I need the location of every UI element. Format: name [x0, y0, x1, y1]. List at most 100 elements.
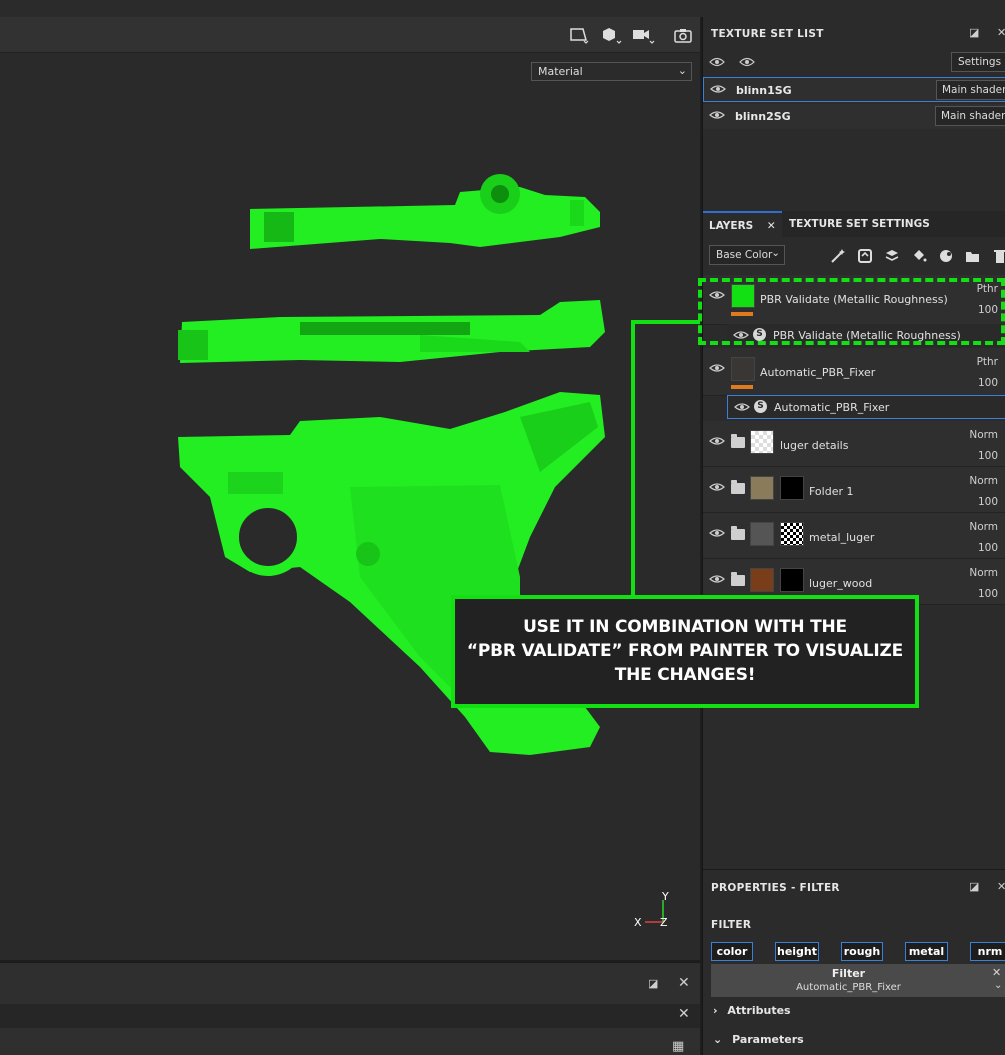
- layer-effect-row[interactable]: S Automatic_PBR_Fixer: [727, 395, 1005, 419]
- right-dock: TEXTURE SET LIST ◪ ✕ Settings blinn1SG M…: [702, 17, 1005, 1055]
- close-icon[interactable]: ✕: [992, 966, 1001, 979]
- layer-thumbnail: [731, 357, 755, 381]
- folder-icon: [731, 572, 745, 586]
- layer-name: metal_luger: [809, 531, 875, 544]
- layer-blend-mode[interactable]: Norm: [969, 521, 998, 533]
- section-label: Attributes: [727, 1004, 791, 1017]
- layer-mask-thumbnail: [780, 568, 804, 592]
- layer-opacity[interactable]: 100: [978, 542, 998, 554]
- layer-thumbnail: [750, 522, 774, 546]
- channel-button-nrm[interactable]: nrm: [970, 942, 1005, 961]
- layer-row[interactable]: metal_luger Norm 100: [703, 513, 1005, 559]
- float-panel-icon[interactable]: ◪: [648, 977, 658, 990]
- layer-opacity[interactable]: 100: [978, 450, 998, 462]
- close-icon[interactable]: ✕: [767, 220, 776, 232]
- texture-set-name: blinn1SG: [736, 84, 792, 97]
- close-icon[interactable]: ✕: [678, 975, 690, 991]
- chevron-down-icon[interactable]: ⌄: [994, 980, 1002, 991]
- viewport-3d[interactable]: Material ⌄ Y X Z: [0, 17, 700, 960]
- axis-x-label: X: [634, 916, 642, 929]
- layer-opacity[interactable]: 100: [978, 377, 998, 389]
- close-icon[interactable]: ✕: [997, 880, 1005, 893]
- eye-icon[interactable]: [739, 55, 757, 72]
- channel-button-height[interactable]: height: [775, 942, 819, 961]
- eye-icon[interactable]: [709, 527, 725, 542]
- magic-wand-icon[interactable]: [829, 247, 847, 265]
- callout-box: USE IT IN COMBINATION WITH THE “PBR VALI…: [451, 595, 919, 708]
- callout-connector: [631, 320, 635, 595]
- eye-icon[interactable]: [709, 362, 725, 377]
- callout-line: THE CHANGES!: [614, 665, 756, 685]
- layer-name: luger_wood: [809, 577, 873, 590]
- eye-icon[interactable]: [734, 401, 750, 416]
- layer-opacity[interactable]: 100: [978, 496, 998, 508]
- layer-blend-mode[interactable]: Norm: [969, 429, 998, 441]
- tab-layers[interactable]: LAYERS ✕: [703, 211, 782, 237]
- layer-row[interactable]: luger details Norm 100: [703, 421, 1005, 467]
- layer-row[interactable]: Automatic_PBR_Fixer Pthr 100: [703, 348, 1005, 396]
- channel-button-rough[interactable]: rough: [841, 942, 883, 961]
- pistol-toggle-part: [250, 174, 600, 249]
- texture-set-row[interactable]: blinn2SG Main shader: [703, 104, 1005, 129]
- filter-label: Filter: [831, 967, 866, 980]
- add-effect-icon[interactable]: [937, 247, 955, 265]
- layer-thumbnail: [750, 430, 774, 454]
- channel-button-label: height: [776, 945, 818, 958]
- refresh-layer-icon[interactable]: [856, 247, 874, 265]
- shader-select[interactable]: Main shader: [935, 106, 1005, 126]
- chevron-down-icon: ⌄: [771, 247, 780, 259]
- channel-button-label: color: [716, 945, 748, 958]
- folder-icon: [731, 526, 745, 540]
- paint-bucket-icon[interactable]: [910, 247, 928, 265]
- eye-icon[interactable]: [709, 481, 725, 496]
- parameters-section[interactable]: ⌄ Parameters: [713, 1033, 804, 1046]
- tab-layers-label: LAYERS: [709, 220, 754, 232]
- layer-row[interactable]: Folder 1 Norm 100: [703, 467, 1005, 513]
- layer-name: Automatic_PBR_Fixer: [760, 366, 876, 379]
- tab-texture-set-settings[interactable]: TEXTURE SET SETTINGS: [783, 211, 936, 237]
- layer-name: luger details: [780, 439, 849, 452]
- effect-name: Automatic_PBR_Fixer: [774, 401, 890, 414]
- layer-thumbnail: [750, 568, 774, 592]
- settings-label: Settings: [958, 56, 1002, 68]
- filter-resource-box[interactable]: Filter Automatic_PBR_Fixer ✕ ⌄: [711, 964, 1005, 997]
- eye-icon[interactable]: [709, 573, 725, 588]
- filter-value: Automatic_PBR_Fixer: [796, 982, 901, 993]
- close-icon[interactable]: ✕: [678, 1006, 690, 1022]
- texture-set-list-title: TEXTURE SET LIST: [711, 28, 824, 40]
- callout-line: “PBR VALIDATE” FROM PAINTER TO VISUALIZE: [466, 641, 904, 661]
- attributes-section[interactable]: › Attributes: [713, 1004, 791, 1017]
- layer-blend-mode[interactable]: Pthr: [977, 356, 998, 368]
- shader-select[interactable]: Main shader: [936, 80, 1005, 100]
- layer-blend-mode[interactable]: Norm: [969, 475, 998, 487]
- top-strip: [0, 0, 1005, 17]
- bottom-panel-row: ✕: [0, 1004, 700, 1028]
- highlight-box: [698, 278, 1005, 345]
- eye-icon[interactable]: [710, 83, 726, 98]
- texture-set-row[interactable]: blinn1SG Main shader: [703, 77, 1005, 102]
- grid-icon[interactable]: ▦: [672, 1039, 684, 1054]
- add-folder-icon[interactable]: [964, 247, 982, 265]
- properties-panel: PROPERTIES - FILTER ◪ ✕ FILTER: [703, 869, 1005, 1055]
- layer-blend-mode[interactable]: Norm: [969, 567, 998, 579]
- eye-settings-icon[interactable]: [709, 55, 727, 72]
- channel-button-color[interactable]: color: [711, 942, 753, 961]
- layers-tabbar: LAYERS ✕ TEXTURE SET SETTINGS: [703, 211, 1005, 237]
- axis-z-label: Z: [660, 916, 668, 929]
- eye-icon[interactable]: [709, 435, 725, 450]
- float-panel-icon[interactable]: ◪: [969, 26, 979, 39]
- chevron-down-icon: ⌄: [713, 1033, 723, 1046]
- channel-select[interactable]: Base Color ⌄: [709, 245, 785, 265]
- layer-opacity[interactable]: 100: [978, 588, 998, 600]
- close-icon[interactable]: ✕: [997, 26, 1005, 39]
- trash-icon[interactable]: [991, 247, 1005, 265]
- eye-icon[interactable]: [709, 109, 725, 124]
- add-fill-layer-icon[interactable]: [883, 247, 901, 265]
- float-panel-icon[interactable]: ◪: [969, 880, 979, 893]
- channel-select-value: Base Color: [716, 249, 773, 261]
- texture-set-settings-button[interactable]: Settings: [951, 52, 1005, 72]
- channel-button-label: nrm: [977, 945, 1003, 958]
- shader-select-value: Main shader: [942, 84, 1005, 96]
- layer-mask-thumbnail: [780, 522, 804, 546]
- channel-button-metal[interactable]: metal: [905, 942, 948, 961]
